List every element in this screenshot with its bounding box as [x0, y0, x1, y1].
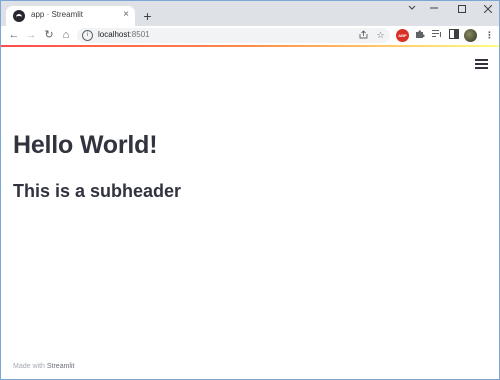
maximize-button[interactable] [449, 2, 475, 16]
forward-arrow-icon[interactable]: → [24, 28, 38, 42]
side-panel-icon[interactable] [447, 29, 460, 42]
reload-icon[interactable]: ↻ [42, 28, 56, 42]
adblock-extension-icon[interactable]: ABP [396, 29, 409, 42]
streamlit-decoration-stripe [1, 45, 499, 47]
tab-title: app · Streamlit [31, 10, 84, 19]
new-tab-button[interactable]: + [140, 9, 155, 24]
kebab-menu-icon[interactable]: ⋮ [483, 29, 496, 42]
url-host: localhost [98, 30, 130, 39]
address-bar[interactable]: i localhost:8501 ☆ [77, 28, 390, 43]
footer-prefix: Made with [13, 363, 47, 370]
main-menu-hamburger-icon[interactable] [475, 59, 488, 69]
address-url[interactable]: localhost:8501 [98, 30, 150, 39]
profile-avatar[interactable] [464, 29, 477, 42]
close-window-button[interactable] [475, 2, 500, 16]
browser-window: app · Streamlit × + ← → ↻ ⌂ i localhost:… [0, 0, 500, 380]
share-icon[interactable] [358, 30, 369, 41]
home-icon[interactable]: ⌂ [59, 28, 73, 42]
tab-app[interactable]: app · Streamlit × [6, 6, 135, 26]
browser-toolbar: ← → ↻ ⌂ i localhost:8501 ☆ ABP ⋮ [1, 26, 499, 45]
reading-list-icon[interactable] [430, 29, 443, 42]
page-title: Hello World! [13, 131, 158, 159]
streamlit-favicon-icon [13, 10, 25, 22]
url-port: :8501 [129, 30, 150, 39]
footer: Made with Streamlit [13, 363, 74, 370]
page-subheader: This is a subheader [13, 181, 182, 201]
bookmark-star-icon[interactable]: ☆ [375, 30, 386, 41]
streamlit-link[interactable]: Streamlit [47, 363, 75, 370]
minimize-button[interactable] [421, 2, 447, 16]
extensions-puzzle-icon[interactable] [413, 29, 426, 42]
tab-strip: app · Streamlit × + [1, 1, 499, 26]
tab-close-icon[interactable]: × [123, 9, 129, 21]
site-info-icon[interactable]: i [82, 30, 93, 41]
back-arrow-icon[interactable]: ← [7, 28, 21, 42]
